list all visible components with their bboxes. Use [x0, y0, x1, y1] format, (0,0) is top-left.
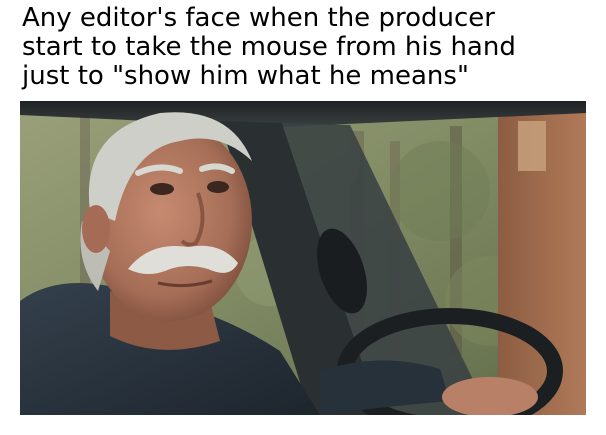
- photo-illustration: [20, 101, 586, 415]
- meme-photo: [20, 101, 586, 415]
- left-eye: [150, 183, 174, 195]
- caption-line-3: just to "show him what he means": [22, 61, 469, 91]
- man-ear: [82, 205, 110, 253]
- post-sign: [518, 121, 546, 171]
- caption-line-2: start to take the mouse from his hand: [22, 32, 516, 62]
- caption-line-1: Any editor's face when the producer: [22, 3, 495, 33]
- right-eye: [207, 181, 229, 193]
- meme-caption: Any editor's face when the producer star…: [22, 4, 597, 91]
